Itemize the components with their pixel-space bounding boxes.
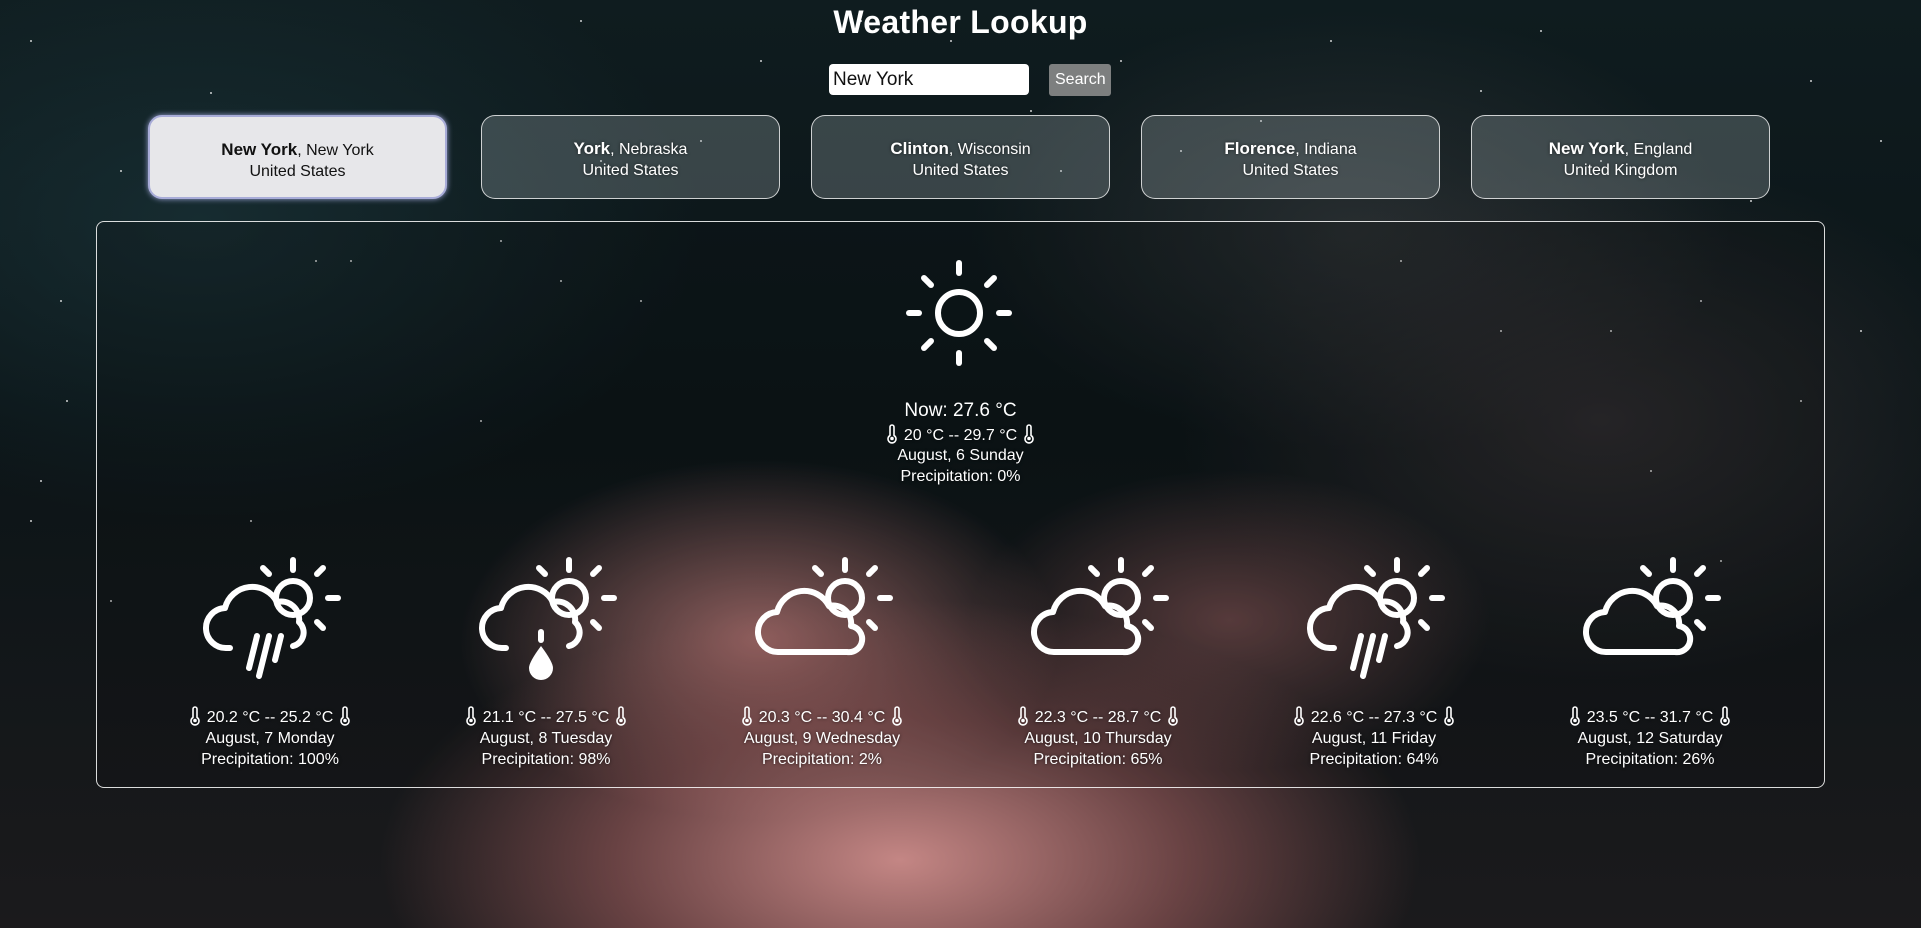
thermometer-icon	[1168, 706, 1178, 726]
star	[1480, 90, 1482, 92]
location-card-new-york-uk[interactable]: New York, England United Kingdom	[1471, 115, 1770, 199]
forecast-day: 23.5 °C -- 31.7 °C August, 12 Saturday P…	[1520, 548, 1780, 770]
thermometer-icon	[887, 424, 898, 444]
star	[1030, 110, 1032, 112]
forecast-range: 21.1 °C -- 27.5 °C	[416, 706, 676, 728]
partly-cloudy-icon	[754, 557, 893, 656]
thermometer-icon	[1294, 706, 1304, 726]
forecast-range-text: 22.6 °C -- 27.3 °C	[1310, 709, 1438, 726]
partly-cloudy-icon	[1030, 557, 1169, 656]
location-city: New York	[1548, 139, 1625, 158]
location-city: Clinton	[890, 139, 949, 158]
forecast-day: 22.3 °C -- 28.7 °C August, 10 Thursday P…	[968, 548, 1228, 770]
partly-cloudy-icon	[1582, 557, 1721, 656]
location-country: United Kingdom	[1563, 162, 1678, 179]
partly-cloudy-rain-icon	[1306, 557, 1445, 679]
thermometer-icon	[1444, 706, 1454, 726]
star	[30, 520, 32, 522]
thermometer-icon	[742, 706, 752, 726]
forecast-precipitation: Precipitation: 98%	[481, 751, 611, 768]
forecast-date: August, 9 Wednesday	[743, 730, 901, 747]
location-card-new-york-us[interactable]: New York, New York United States	[148, 115, 447, 199]
forecast-range-text: 20.2 °C -- 25.2 °C	[206, 709, 334, 726]
current-date: August, 6 Sunday	[897, 447, 1024, 464]
forecast-range: 20.3 °C -- 30.4 °C	[692, 706, 952, 728]
current-temperature-range: 20 °C -- 29.7 °C	[0, 424, 1921, 445]
forecast-day: 22.6 °C -- 27.3 °C August, 11 Friday Pre…	[1244, 548, 1504, 770]
star	[1750, 200, 1752, 202]
forecast-precipitation: Precipitation: 2%	[761, 751, 883, 768]
forecast-range-text: 21.1 °C -- 27.5 °C	[482, 709, 610, 726]
search-button[interactable]: Search	[1049, 64, 1111, 96]
location-region: , Wisconsin	[948, 141, 1031, 158]
location-country: United States	[912, 162, 1009, 179]
star	[120, 170, 122, 172]
forecast-day: 20.3 °C -- 30.4 °C August, 9 Wednesday P…	[692, 548, 952, 770]
thermometer-icon	[616, 706, 626, 726]
forecast-precipitation: Precipitation: 64%	[1309, 751, 1439, 768]
location-region: , England	[1624, 141, 1693, 158]
star	[1880, 140, 1882, 142]
forecast-date: August, 10 Thursday	[1024, 730, 1172, 747]
forecast-range: 23.5 °C -- 31.7 °C	[1520, 706, 1780, 728]
current-temperature: Now: 27.6 °C	[904, 400, 1017, 421]
forecast-range-text: 20.3 °C -- 30.4 °C	[758, 709, 886, 726]
forecast-precipitation: Precipitation: 65%	[1033, 751, 1163, 768]
forecast-range: 22.3 °C -- 28.7 °C	[968, 706, 1228, 728]
location-city: New York	[221, 140, 298, 159]
star	[1120, 60, 1122, 62]
page-title: Weather Lookup	[833, 4, 1088, 40]
thermometer-icon	[1570, 706, 1580, 726]
forecast-range-text: 23.5 °C -- 31.7 °C	[1586, 709, 1714, 726]
thermometer-icon	[1720, 706, 1730, 726]
current-range-text: 20 °C -- 29.7 °C	[903, 427, 1018, 444]
location-city: York	[573, 139, 611, 158]
location-country: United States	[249, 163, 346, 180]
forecast-day: 21.1 °C -- 27.5 °C August, 8 Tuesday Pre…	[416, 548, 676, 770]
search-input[interactable]	[829, 64, 1029, 95]
thermometer-icon	[190, 706, 200, 726]
forecast-range: 22.6 °C -- 27.3 °C	[1244, 706, 1504, 728]
location-card-york[interactable]: York, Nebraska United States	[481, 115, 780, 199]
thermometer-icon	[892, 706, 902, 726]
location-region: , Indiana	[1295, 141, 1357, 158]
forecast-range: 20.2 °C -- 25.2 °C	[140, 706, 400, 728]
location-region: , Nebraska	[610, 141, 688, 158]
star	[1810, 80, 1812, 82]
partly-cloudy-drizzle-icon	[478, 557, 617, 680]
star	[210, 92, 212, 94]
star	[1860, 330, 1862, 332]
forecast-day: 20.2 °C -- 25.2 °C August, 7 Monday Prec…	[140, 548, 400, 770]
forecast-range-text: 22.3 °C -- 28.7 °C	[1034, 709, 1162, 726]
forecast-precipitation: Precipitation: 100%	[201, 751, 339, 768]
thermometer-icon	[466, 706, 476, 726]
location-country: United States	[1242, 162, 1339, 179]
forecast-date: August, 11 Friday	[1311, 730, 1437, 747]
thermometer-icon	[1023, 424, 1034, 444]
forecast-date: August, 7 Monday	[205, 730, 335, 747]
current-precipitation: Precipitation: 0%	[900, 468, 1021, 485]
location-city: Florence	[1224, 139, 1296, 158]
forecast-date: August, 8 Tuesday	[479, 730, 613, 747]
star	[60, 300, 62, 302]
location-region: , New York	[297, 142, 374, 159]
forecast-precipitation: Precipitation: 26%	[1585, 751, 1715, 768]
partly-cloudy-rain-icon	[202, 557, 341, 679]
thermometer-icon	[340, 706, 350, 726]
sun-icon	[906, 260, 1012, 366]
star	[760, 60, 762, 62]
forecast-date: August, 12 Saturday	[1577, 730, 1723, 747]
location-card-clinton[interactable]: Clinton, Wisconsin United States	[811, 115, 1110, 199]
location-country: United States	[582, 162, 679, 179]
location-card-florence[interactable]: Florence, Indiana United States	[1141, 115, 1440, 199]
thermometer-icon	[1018, 706, 1028, 726]
